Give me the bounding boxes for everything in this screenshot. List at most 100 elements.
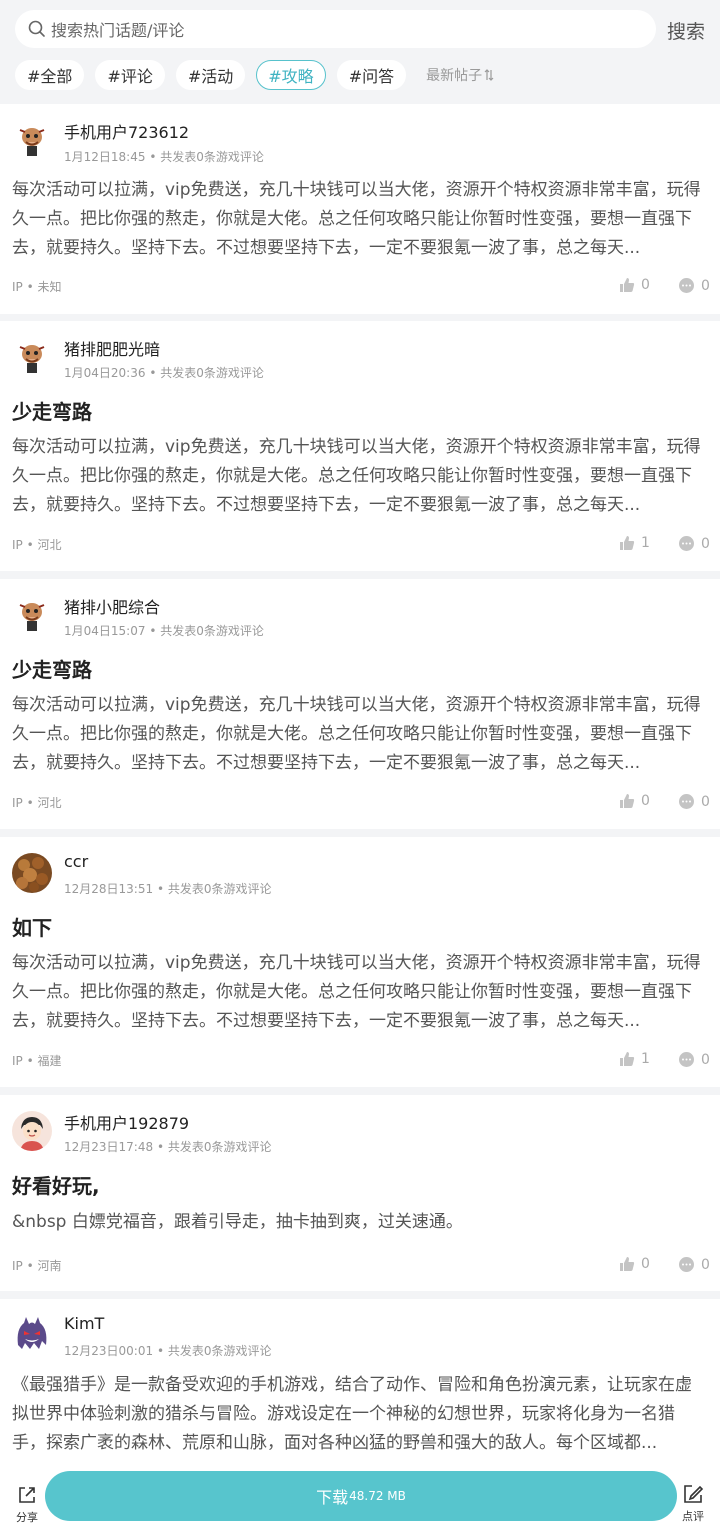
post-body: 每次活动可以拉满，vip免费送，充几十块钱可以当大佬，资源开个特权资源非常丰富，… [12, 437, 701, 515]
post-title: 少走弯路 [12, 400, 92, 424]
download-button[interactable]: 下载 48.72 MB [45, 1471, 677, 1521]
post-body: 《最强猎手》是一款备受欢迎的手机游戏，结合了动作、冒险和角色扮演元素，让玩家在虚… [12, 1375, 692, 1453]
review-button[interactable]: 点评 [678, 1483, 708, 1524]
like-button[interactable]: 1 [619, 535, 650, 551]
post-card[interactable]: KimT 12月23日00:01 • 共发表0条游戏评论 《最强猎手》是一款备受… [0, 1299, 720, 1466]
tab-guide[interactable]: #攻略 [256, 60, 326, 90]
post-body: &nbsp 白嫖党福音，跟着引导走，抽卡抽到爽，过关速通。 [12, 1212, 463, 1232]
username[interactable]: 手机用户723612 [64, 119, 189, 143]
download-size: 48.72 MB [349, 1489, 406, 1503]
ip-location: IP • 河北 [12, 796, 62, 810]
comment-button[interactable]: 0 [678, 1256, 710, 1273]
review-label: 点评 [682, 1510, 704, 1523]
top-bar: 搜索热门话题/评论 搜索 #全部 #评论 #活动 #攻略 #问答 最新帖子 [0, 0, 720, 103]
like-count: 1 [641, 535, 650, 551]
post-meta-suffix: • 共发表0条游戏评论 [145, 624, 264, 638]
comment-button[interactable]: 0 [678, 535, 710, 552]
post-date: 12月23日00:01 [64, 1344, 154, 1358]
post-card[interactable]: 猪排小肥综合 1月04日15:07 • 共发表0条游戏评论 少走弯路 每次活动可… [0, 579, 720, 829]
cartoon-character-icon[interactable] [12, 337, 52, 377]
download-label: 下载 [316, 1488, 349, 1507]
edit-icon [684, 1485, 704, 1503]
post-card[interactable]: ccr 12月28日13:51 • 共发表0条游戏评论 如下 每次活动可以拉满，… [0, 837, 720, 1087]
post-meta-suffix: • 共发表0条游戏评论 [145, 150, 264, 164]
share-icon [19, 1487, 35, 1503]
like-button[interactable]: 0 [619, 277, 650, 293]
ip-location: IP • 河南 [12, 1259, 62, 1273]
comment-button[interactable]: 0 [678, 1051, 710, 1068]
post-title: 少走弯路 [12, 658, 92, 682]
sort-label: 最新帖子 [426, 68, 483, 84]
username[interactable]: ccr [64, 852, 88, 871]
post-meta-suffix: • 共发表0条游戏评论 [153, 882, 272, 896]
post-meta-suffix: • 共发表0条游戏评论 [153, 1344, 272, 1358]
post-card[interactable]: 手机用户723612 1月12日18:45 • 共发表0条游戏评论 每次活动可以… [0, 104, 720, 314]
post-meta: 1月04日20:36 • 共发表0条游戏评论 [64, 364, 264, 381]
food-photo-avatar[interactable] [12, 853, 52, 893]
post-title: 如下 [12, 916, 52, 940]
post-body: 每次活动可以拉满，vip免费送，充几十块钱可以当大佬，资源开个特权资源非常丰富，… [12, 180, 701, 258]
sort-dropdown[interactable]: 最新帖子 [426, 65, 494, 85]
comment-button[interactable]: 0 [678, 793, 710, 810]
post-card[interactable]: 手机用户192879 12月23日17:48 • 共发表0条游戏评论 好看好玩,… [0, 1095, 720, 1291]
topic-tabs: #全部 #评论 #活动 #攻略 #问答 最新帖子 [15, 59, 494, 91]
comment-count: 0 [701, 277, 710, 294]
search-icon [28, 20, 45, 37]
post-date: 1月12日18:45 [64, 150, 146, 164]
post-body: 每次活动可以拉满，vip免费送，充几十块钱可以当大佬，资源开个特权资源非常丰富，… [12, 953, 701, 1031]
post-meta: 12月23日00:01 • 共发表0条游戏评论 [64, 1342, 271, 1359]
like-count: 0 [641, 1256, 650, 1272]
cartoon-character-icon[interactable] [12, 595, 52, 635]
post-body: 每次活动可以拉满，vip免费送，充几十块钱可以当大佬，资源开个特权资源非常丰富，… [12, 695, 701, 773]
comment-count: 0 [701, 793, 710, 810]
comment-icon [679, 278, 694, 293]
share-label: 分享 [16, 1511, 38, 1524]
sort-arrows-icon [484, 69, 494, 81]
post-card[interactable]: 猪排肥肥光暗 1月04日20:36 • 共发表0条游戏评论 少走弯路 每次活动可… [0, 321, 720, 571]
thumbs-up-icon [620, 536, 635, 550]
username[interactable]: 猪排小肥综合 [64, 594, 160, 618]
ip-location: IP • 福建 [12, 1054, 62, 1068]
username[interactable]: KimT [64, 1314, 104, 1333]
tab-activity[interactable]: #活动 [175, 60, 246, 90]
post-meta: 1月12日18:45 • 共发表0条游戏评论 [64, 148, 264, 165]
thumbs-up-icon [620, 278, 635, 292]
search-input[interactable]: 搜索热门话题/评论 [15, 10, 656, 48]
ip-location: IP • 河北 [12, 538, 62, 552]
post-date: 1月04日20:36 [64, 366, 146, 380]
username[interactable]: 猪排肥肥光暗 [64, 336, 160, 360]
comment-button[interactable]: 0 [678, 277, 710, 294]
comment-icon [679, 1257, 694, 1272]
post-title: 好看好玩, [12, 1174, 100, 1198]
tab-all[interactable]: #全部 [15, 60, 85, 90]
search-button[interactable]: 搜索 [667, 17, 705, 44]
comment-count: 0 [701, 1051, 710, 1068]
post-date: 1月04日15:07 [64, 624, 146, 638]
post-meta: 1月04日15:07 • 共发表0条游戏评论 [64, 622, 264, 639]
username[interactable]: 手机用户192879 [64, 1110, 189, 1134]
post-date: 12月23日17:48 [64, 1140, 154, 1154]
tab-review[interactable]: #评论 [95, 60, 165, 90]
comment-count: 0 [701, 535, 710, 552]
tab-qa[interactable]: #问答 [336, 60, 407, 90]
like-count: 0 [641, 277, 650, 293]
like-button[interactable]: 0 [619, 793, 650, 809]
like-count: 0 [641, 793, 650, 809]
post-date: 12月28日13:51 [64, 882, 154, 896]
search-placeholder: 搜索热门话题/评论 [51, 21, 185, 40]
like-button[interactable]: 0 [619, 1256, 650, 1272]
thumbs-up-icon [620, 794, 635, 808]
like-button[interactable]: 1 [619, 1051, 650, 1067]
thumbs-up-icon [620, 1257, 635, 1271]
ip-location: IP • 未知 [12, 280, 62, 294]
ghost-monster-avatar[interactable] [12, 1315, 52, 1355]
post-meta-suffix: • 共发表0条游戏评论 [153, 1140, 272, 1154]
comment-icon [679, 1052, 694, 1067]
post-meta: 12月28日13:51 • 共发表0条游戏评论 [64, 880, 271, 897]
share-button[interactable]: 分享 [12, 1484, 42, 1525]
cartoon-character-icon[interactable] [12, 120, 52, 160]
comment-count: 0 [701, 1256, 710, 1273]
comment-icon [679, 794, 694, 809]
like-count: 1 [641, 1051, 650, 1067]
cartoon-boy-avatar[interactable] [12, 1111, 52, 1151]
